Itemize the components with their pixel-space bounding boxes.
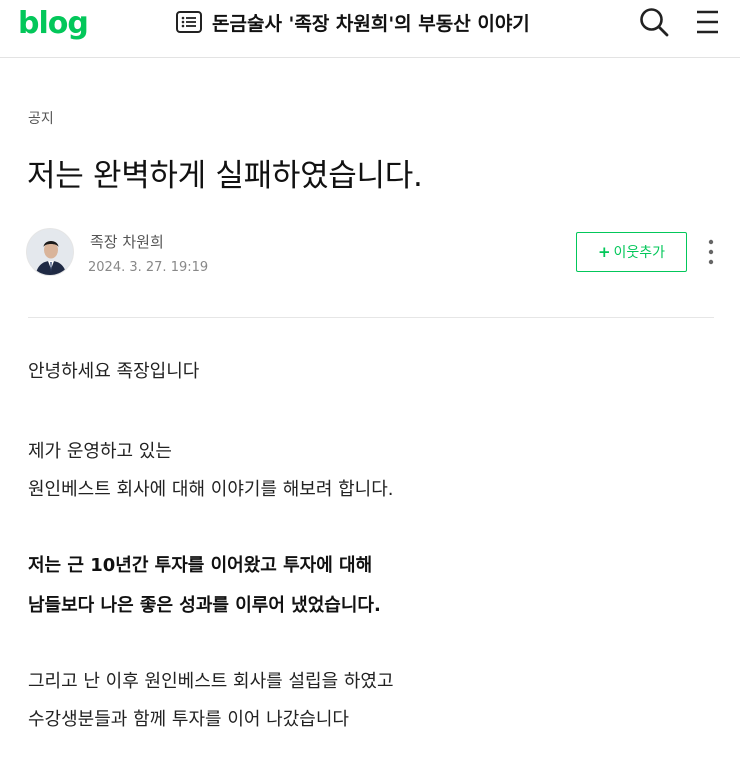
body-paragraph: 그리고 난 이후 원인베스트 회사를 설립을 하였고 bbox=[28, 671, 394, 692]
post-category[interactable]: 공지 bbox=[28, 108, 54, 128]
header-divider bbox=[28, 317, 714, 318]
search-icon[interactable] bbox=[638, 6, 670, 38]
plus-icon: + bbox=[597, 243, 611, 261]
body-paragraph: 원인베스트 회사에 대해 이야기를 해보려 합니다. bbox=[28, 479, 394, 500]
body-paragraph: 제가 운영하고 있는 bbox=[28, 441, 172, 462]
body-paragraph: 수강생분들과 함께 투자를 이어 나갔습니다 bbox=[28, 709, 349, 730]
add-neighbor-label: 이웃추가 bbox=[613, 245, 666, 261]
body-paragraph: 저는 근 10년간 투자를 이어왔고 투자에 대해 bbox=[28, 555, 373, 576]
post-title: 저는 완벽하게 실패하였습니다. bbox=[27, 158, 423, 194]
menu-icon[interactable] bbox=[694, 6, 724, 38]
avatar-image bbox=[27, 229, 73, 275]
list-icon bbox=[176, 11, 202, 33]
author-avatar[interactable] bbox=[26, 228, 74, 276]
body-paragraph: 남들보다 나은 좋은 성과를 이루어 냈었습니다. bbox=[28, 595, 381, 616]
top-bar: blog 돈금술사 '족장 차원희'의 부동산 이야기 bbox=[0, 0, 740, 58]
more-options-icon[interactable] bbox=[704, 238, 718, 266]
post-date: 2024. 3. 27. 19:19 bbox=[88, 260, 209, 275]
add-neighbor-button[interactable]: + 이웃추가 bbox=[576, 232, 687, 272]
blog-title-link[interactable]: 돈금술사 '족장 차원희'의 부동산 이야기 bbox=[176, 8, 530, 36]
body-paragraph: 안녕하세요 족장입니다 bbox=[28, 361, 200, 382]
blog-logo[interactable]: blog bbox=[18, 6, 89, 41]
author-name[interactable]: 족장 차원희 bbox=[90, 231, 164, 252]
blog-title: 돈금술사 '족장 차원희'의 부동산 이야기 bbox=[212, 12, 530, 35]
